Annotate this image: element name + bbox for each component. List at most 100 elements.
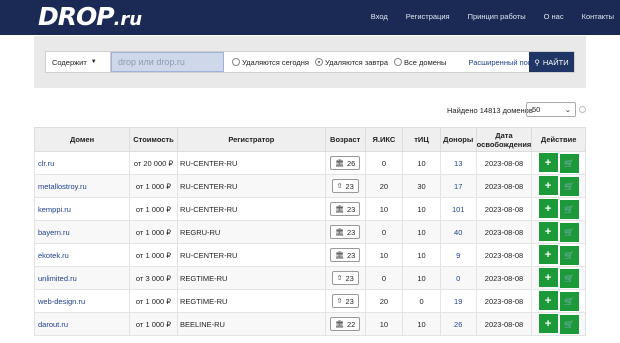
tic-cell: 10 — [402, 151, 441, 175]
cart-icon: 🛒 — [564, 227, 575, 237]
per-page-select[interactable]: 50 ⌄ — [526, 102, 576, 117]
col-iks[interactable]: Я.ИКС — [364, 127, 404, 152]
age-badge[interactable]: 🏛 26 — [330, 156, 361, 170]
col-donors[interactable]: Доноры — [439, 127, 477, 152]
col-domain[interactable]: Домен — [33, 127, 131, 152]
iks-cell: 20 — [364, 174, 404, 198]
cart-button[interactable]: 🛒 — [559, 222, 579, 242]
bank-icon: 🏛 — [335, 252, 344, 259]
age-cell: ⇧ 23 — [324, 174, 366, 198]
domain-link[interactable]: metallostroy.ru — [33, 174, 131, 198]
cart-button[interactable]: 🛒 — [559, 176, 579, 196]
add-button[interactable]: + — [538, 245, 558, 265]
donors-link[interactable]: 40 — [439, 220, 477, 244]
date-cell: 2023-08-08 — [475, 220, 533, 244]
action-cell: + 🛒 — [531, 174, 586, 198]
add-button[interactable]: + — [538, 199, 558, 219]
nav-register[interactable]: Регистрация — [406, 12, 450, 21]
find-button[interactable]: ⚲ НАЙТИ — [529, 52, 574, 72]
domain-link[interactable]: kemppi.ru — [33, 197, 131, 221]
domain-link[interactable]: darout.ru — [33, 312, 131, 336]
refresh-icon[interactable] — [579, 106, 586, 113]
cart-button[interactable]: 🛒 — [559, 268, 579, 288]
match-mode-select[interactable]: Содержит ▼ — [46, 52, 111, 72]
age-badge[interactable]: 🏛 22 — [330, 317, 361, 331]
cart-button[interactable]: 🛒 — [559, 245, 579, 265]
action-cell: + 🛒 — [531, 243, 586, 267]
age-cell: ⇧ 23 — [324, 266, 366, 290]
col-tic[interactable]: тИЦ — [402, 127, 441, 152]
radio-circle — [232, 58, 240, 66]
radio-tomorrow[interactable]: Удаляются завтра — [314, 58, 388, 67]
cart-icon: 🛒 — [564, 250, 575, 260]
table-row: bayern.ru от 1 000 ₽ REGRU-RU 🏛 23 0 10 40 2023-… — [33, 220, 586, 244]
nav-how-it-works[interactable]: Принцип работы — [468, 12, 526, 21]
domain-link[interactable]: clr.ru — [33, 151, 131, 175]
donors-link[interactable]: 26 — [439, 312, 477, 336]
donors-link[interactable]: 9 — [439, 243, 477, 267]
age-badge[interactable]: ⇧ 23 — [331, 294, 359, 308]
age-badge[interactable]: 🏛 23 — [330, 202, 361, 216]
header: DROP.ru Вход Регистрация Принцип работы … — [0, 0, 620, 35]
tic-cell: 10 — [402, 220, 441, 244]
cart-button[interactable]: 🛒 — [559, 291, 579, 311]
plus-icon: + — [544, 248, 552, 261]
age-badge[interactable]: ⇧ 23 — [331, 179, 359, 193]
add-button[interactable]: + — [538, 176, 558, 196]
price-cell: от 20 000 ₽ — [129, 151, 178, 175]
cart-button[interactable]: 🛒 — [559, 314, 579, 334]
donors-link[interactable]: 19 — [439, 289, 477, 313]
donors-link[interactable]: 0 — [439, 266, 477, 290]
iks-cell: 10 — [364, 243, 404, 267]
tic-cell: 10 — [402, 312, 441, 336]
caret-down-icon: ▼ — [90, 59, 97, 65]
domain-link[interactable]: unlimited.ru — [33, 266, 131, 290]
add-button[interactable]: + — [538, 153, 558, 173]
bank-icon: 🏛 — [335, 321, 344, 328]
age-cell: 🏛 23 — [324, 220, 366, 244]
domain-link[interactable]: web-design.ru — [33, 289, 131, 313]
add-button[interactable]: + — [538, 314, 558, 334]
domain-link[interactable]: ekotek.ru — [33, 243, 131, 267]
cart-button[interactable]: 🛒 — [559, 199, 579, 219]
age-badge[interactable]: 🏛 23 — [330, 225, 361, 239]
cart-icon: 🛒 — [564, 158, 575, 168]
col-date[interactable]: Дата освобождения — [475, 127, 533, 152]
action-cell: + 🛒 — [531, 289, 586, 313]
add-button[interactable]: + — [538, 268, 558, 288]
nav-contacts[interactable]: Контакты — [582, 12, 614, 21]
cart-button[interactable]: 🛒 — [559, 153, 579, 173]
age-badge[interactable]: ⇧ 23 — [331, 271, 359, 285]
add-button[interactable]: + — [538, 291, 558, 311]
add-button[interactable]: + — [538, 222, 558, 242]
nav-about[interactable]: О нас — [544, 12, 564, 21]
age-badge[interactable]: 🏛 23 — [330, 248, 361, 262]
radio-today[interactable]: Удаляются сегодня — [232, 58, 309, 67]
plus-icon: + — [544, 317, 552, 330]
bank-icon: 🏛 — [335, 229, 344, 236]
age-cell: 🏛 22 — [324, 312, 366, 336]
nav-login[interactable]: Вход — [371, 12, 388, 21]
search-input[interactable]: drop или drop.ru — [111, 52, 224, 72]
col-price[interactable]: Стоимость — [129, 127, 178, 152]
registrar-cell: BEELINE-RU — [176, 312, 326, 336]
col-age[interactable]: Возраст — [324, 127, 366, 152]
donors-link[interactable]: 13 — [439, 151, 477, 175]
col-action: Действие — [531, 127, 586, 152]
table-row: darout.ru от 1 000 ₽ BEELINE-RU 🏛 22 10 10 26 20… — [33, 312, 586, 336]
registrar-cell: RU-CENTER-RU — [176, 151, 326, 175]
table-header: Домен Стоимость Регистратор Возраст Я.ИК… — [33, 127, 586, 152]
cart-icon: 🛒 — [564, 273, 575, 283]
donors-link[interactable]: 101 — [439, 197, 477, 221]
donors-link[interactable]: 17 — [439, 174, 477, 198]
domain-link[interactable]: bayern.ru — [33, 220, 131, 244]
logo[interactable]: DROP.ru — [38, 4, 142, 33]
table-row: clr.ru от 20 000 ₽ RU-CENTER-RU 🏛 26 0 10 13 202… — [33, 151, 586, 175]
chevron-down-icon: ⌄ — [564, 105, 571, 114]
col-registrar[interactable]: Регистратор — [176, 127, 326, 152]
table-row: kemppi.ru от 1 000 ₽ RU-CENTER-RU 🏛 23 10 10 10… — [33, 197, 586, 221]
action-cell: + 🛒 — [531, 266, 586, 290]
radio-all[interactable]: Все домены — [394, 58, 446, 67]
tic-cell: 0 — [402, 289, 441, 313]
table-row: metallostroy.ru от 1 000 ₽ RU-CENTER-RU ⇧ 23… — [33, 174, 586, 198]
